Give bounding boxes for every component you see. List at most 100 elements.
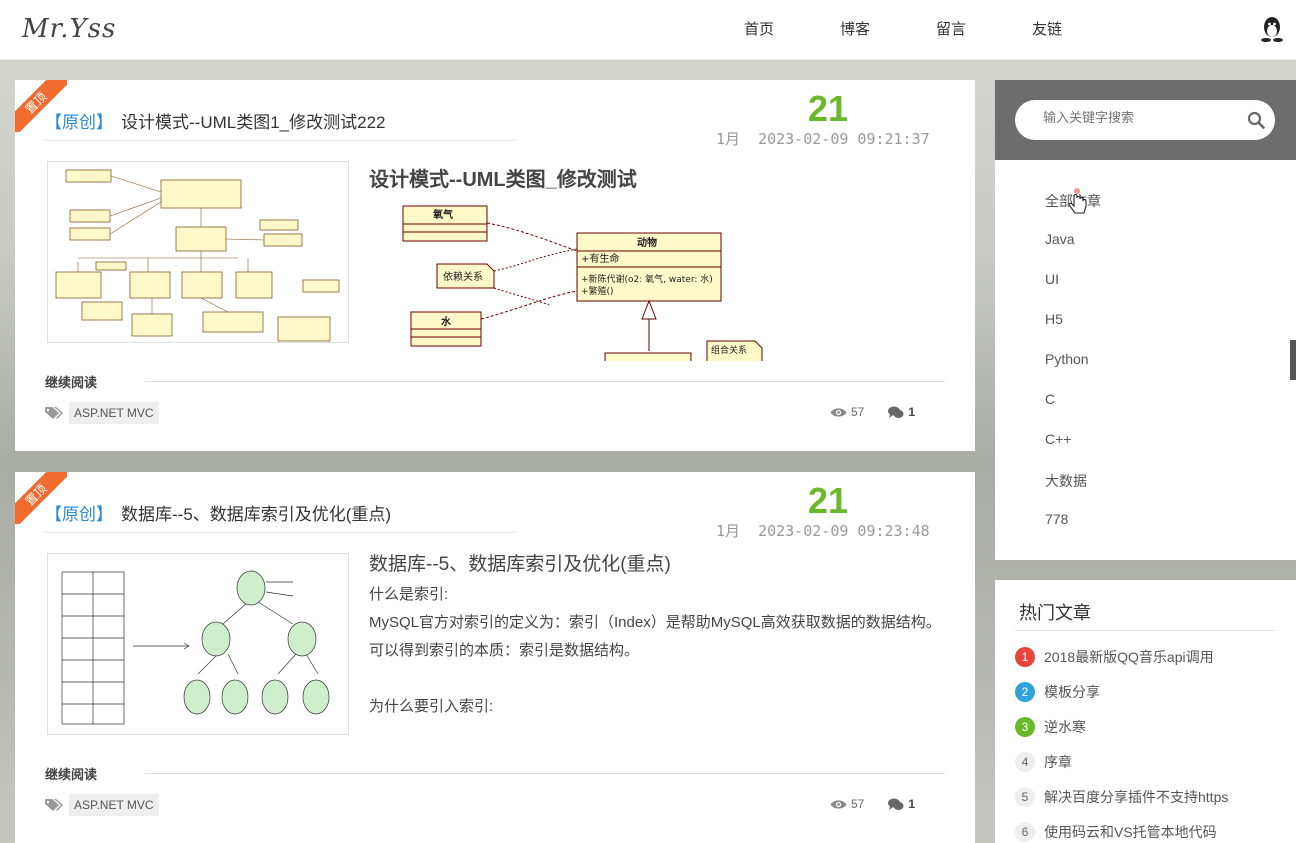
category-item-python[interactable]: Python — [1045, 351, 1089, 367]
uml-diagram-image: 氧气 动物 +有生命 +新陈代谢(o2: 氧气, water: 水) +繁殖()… — [402, 205, 763, 361]
uml-oxygen-label: 氧气 — [432, 208, 453, 221]
uml-thumbnail-image — [55, 169, 340, 342]
article-day: 21 — [808, 88, 849, 129]
top-navbar: Mr.Yss 首页 博客 留言 友链 — [0, 0, 1296, 60]
category-item-h5[interactable]: H5 — [1045, 311, 1063, 327]
excerpt-line — [369, 665, 949, 693]
uml-dependency-note: 依赖关系 — [443, 270, 483, 283]
nav-links[interactable]: 友链 — [1032, 0, 1062, 60]
rank-badge: 2 — [1015, 682, 1035, 702]
comments-icon — [888, 406, 904, 418]
hot-article-item[interactable]: 1 2018最新版QQ音乐api调用 — [1015, 647, 1214, 667]
article-tags: ASP.NET MVC — [45, 402, 159, 424]
article-thumbnail[interactable] — [47, 161, 349, 343]
hot-article-title[interactable]: 逆水寒 — [1044, 717, 1086, 737]
nav-message[interactable]: 留言 — [936, 0, 966, 60]
excerpt-line: MySQL官方对索引的定义为：索引（Index）是帮助MySQL高效获取数据的数… — [369, 614, 941, 631]
hot-article-title[interactable]: 序章 — [1044, 752, 1072, 772]
uml-animal-method-2: +繁殖() — [581, 285, 614, 297]
rank-badge: 4 — [1015, 752, 1035, 772]
category-item-java[interactable]: Java — [1045, 231, 1075, 247]
article-title[interactable]: 【原创】 数据库--5、数据库索引及优化(重点) — [45, 500, 515, 533]
article-stats: 57 1 — [830, 797, 915, 811]
original-tag: 【原创】 — [45, 113, 113, 132]
hot-article-title[interactable]: 模板分享 — [1044, 682, 1100, 702]
tags-icon — [45, 407, 63, 419]
hot-article-title[interactable]: 2018最新版QQ音乐api调用 — [1044, 647, 1214, 667]
excerpt-line: 可以得到索引的本质：索引是数据结构。 — [369, 642, 640, 659]
qq-penguin-icon[interactable] — [1260, 16, 1284, 42]
tags-icon — [45, 799, 63, 811]
article-datetime: 1月 2023-02-09 09:21:37 — [716, 128, 930, 149]
comment-count[interactable]: 1 — [908, 797, 915, 811]
article-title[interactable]: 【原创】 设计模式--UML类图1_修改测试222 — [45, 108, 515, 141]
nav-home[interactable]: 首页 — [744, 0, 774, 60]
category-chip[interactable]: ASP.NET MVC — [69, 794, 159, 816]
article-excerpt: 设计模式--UML类图_修改测试 氧气 动物 +有生命 +新陈代谢(o2: 氧气… — [369, 161, 949, 361]
category-chip[interactable]: ASP.NET MVC — [69, 402, 159, 424]
uml-animal-label: 动物 — [637, 236, 657, 249]
article-title-text[interactable]: 数据库--5、数据库索引及优化(重点) — [121, 505, 391, 524]
article-stats: 57 1 — [830, 405, 915, 419]
hot-articles-panel: 热门文章 1 2018最新版QQ音乐api调用 2 模板分享 3 逆水寒 4 序… — [995, 580, 1296, 843]
btree-thumbnail-image — [61, 570, 330, 725]
category-item-778[interactable]: 778 — [1045, 511, 1068, 527]
article-card: 置顶 【原创】 数据库--5、数据库索引及优化(重点) 21 1月 2023-02… — [15, 472, 975, 843]
comments-icon — [888, 798, 904, 810]
article-day: 21 — [808, 480, 849, 521]
rank-badge: 3 — [1015, 717, 1035, 737]
article-title-text[interactable]: 设计模式--UML类图1_修改测试222 — [121, 113, 386, 132]
article-excerpt: 数据库--5、数据库索引及优化(重点) 什么是索引: MySQL官方对索引的定义… — [369, 553, 949, 753]
uml-composition-note: 组合关系 — [711, 344, 747, 356]
excerpt-line: 什么是索引: — [369, 586, 449, 603]
eye-icon — [830, 407, 847, 417]
article-month: 1月 — [716, 522, 741, 540]
site-logo[interactable]: Mr.Yss — [22, 14, 116, 44]
excerpt-heading: 数据库--5、数据库索引及优化(重点) — [369, 554, 671, 575]
rank-badge: 5 — [1015, 787, 1035, 807]
uml-animal-method-1: +新陈代谢(o2: 氧气, water: 水) — [581, 273, 713, 285]
read-more-link[interactable]: 继续阅读 — [45, 372, 97, 391]
hot-article-item[interactable]: 6 使用码云和VS托管本地代码 — [1015, 822, 1217, 842]
rank-badge: 6 — [1015, 822, 1035, 842]
divider — [1015, 630, 1275, 631]
category-item-c[interactable]: C — [1045, 391, 1055, 407]
article-timestamp: 2023-02-09 09:23:48 — [758, 522, 930, 540]
hot-article-title[interactable]: 解决百度分享插件不支持https — [1044, 787, 1228, 807]
search-icon[interactable] — [1247, 111, 1265, 129]
hot-article-item[interactable]: 2 模板分享 — [1015, 682, 1100, 702]
search-input[interactable] — [1043, 110, 1233, 125]
scrollbar-indicator[interactable] — [1290, 340, 1296, 380]
hot-article-title[interactable]: 使用码云和VS托管本地代码 — [1044, 822, 1217, 842]
divider — [145, 381, 945, 382]
hot-article-item[interactable]: 3 逆水寒 — [1015, 717, 1086, 737]
article-timestamp: 2023-02-09 09:21:37 — [758, 130, 930, 148]
rank-badge: 1 — [1015, 647, 1035, 667]
read-more-link[interactable]: 继续阅读 — [45, 764, 97, 783]
view-count: 57 — [850, 797, 865, 811]
article-datetime: 1月 2023-02-09 09:23:48 — [716, 520, 930, 541]
hand-cursor-icon — [1068, 188, 1087, 214]
comment-count[interactable]: 1 — [908, 405, 915, 419]
category-panel: 全部文章 Java UI H5 Python C C++ 大数据 778 — [995, 160, 1296, 560]
original-tag: 【原创】 — [45, 505, 113, 524]
hot-article-item[interactable]: 5 解决百度分享插件不支持https — [1015, 787, 1228, 807]
search-box — [1015, 100, 1275, 140]
article-month: 1月 — [716, 130, 741, 148]
excerpt-heading: 设计模式--UML类图_修改测试 — [369, 169, 637, 191]
category-item-ui[interactable]: UI — [1045, 271, 1059, 287]
article-card: 置顶 【原创】 设计模式--UML类图1_修改测试222 21 1月 2023-0… — [15, 80, 975, 451]
divider — [145, 773, 945, 774]
uml-water-label: 水 — [440, 315, 452, 328]
hot-articles-heading: 热门文章 — [1019, 603, 1091, 623]
search-panel — [995, 80, 1296, 160]
nav-blog[interactable]: 博客 — [840, 0, 870, 60]
excerpt-line: 为什么要引入索引: — [369, 698, 494, 715]
uml-animal-attribute: +有生命 — [581, 252, 619, 265]
hot-article-item[interactable]: 4 序章 — [1015, 752, 1072, 772]
view-count: 57 — [850, 405, 865, 419]
category-item-bigdata[interactable]: 大数据 — [1045, 471, 1087, 491]
eye-icon — [830, 799, 847, 809]
category-item-cpp[interactable]: C++ — [1045, 431, 1071, 447]
article-thumbnail[interactable] — [47, 553, 349, 735]
